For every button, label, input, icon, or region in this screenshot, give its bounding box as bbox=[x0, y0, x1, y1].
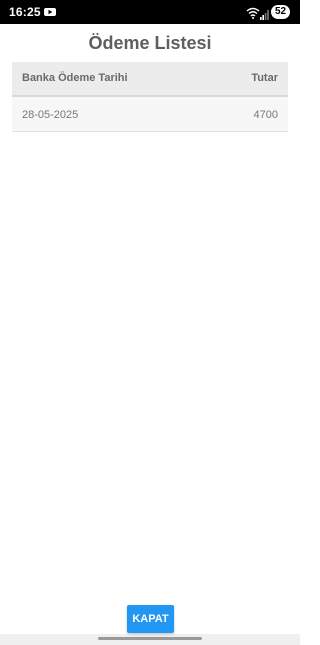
page-title: Ödeme Listesi bbox=[88, 33, 212, 53]
home-indicator[interactable] bbox=[98, 637, 202, 640]
payment-list-screen: 16:25 52 Ödeme Listesi Banka Ödeme Tarih… bbox=[0, 0, 300, 645]
status-bar: 16:25 52 bbox=[0, 0, 300, 24]
close-button[interactable]: KAPAT bbox=[127, 605, 174, 633]
battery-indicator: 52 bbox=[271, 5, 290, 19]
signal-icon bbox=[260, 7, 269, 20]
status-time: 16:25 bbox=[9, 5, 41, 19]
column-header-amount: Tutar bbox=[251, 72, 278, 84]
payment-table: Banka Ödeme Tarihi Tutar 28-05-2025 4700 bbox=[12, 62, 288, 132]
column-header-bank-payment-date: Banka Ödeme Tarihi bbox=[22, 72, 128, 84]
youtube-icon bbox=[44, 8, 56, 16]
table-header: Banka Ödeme Tarihi Tutar bbox=[12, 62, 288, 97]
table-row: 28-05-2025 4700 bbox=[12, 97, 288, 132]
row-amount: 4700 bbox=[253, 109, 278, 121]
wifi-icon bbox=[246, 6, 260, 19]
row-payment-date: 28-05-2025 bbox=[22, 109, 79, 121]
